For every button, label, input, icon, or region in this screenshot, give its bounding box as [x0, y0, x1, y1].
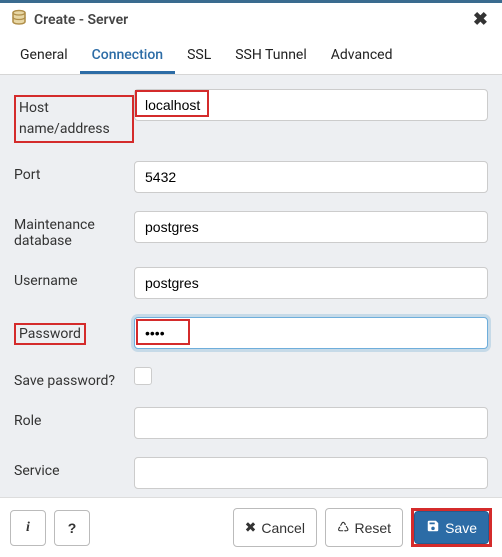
tab-connection[interactable]: Connection: [80, 37, 175, 74]
label-password: Password: [14, 317, 134, 345]
form-area: Host name/address Port Maintenance datab…: [0, 75, 502, 497]
label-port: Port: [14, 161, 134, 183]
tab-ssh-tunnel[interactable]: SSH Tunnel: [223, 37, 319, 74]
tab-advanced[interactable]: Advanced: [319, 37, 405, 74]
tabs: General Connection SSL SSH Tunnel Advanc…: [0, 37, 502, 75]
cancel-button[interactable]: ✖ Cancel: [233, 508, 317, 547]
info-button[interactable]: i: [10, 510, 46, 546]
reset-button[interactable]: ♺ Reset: [325, 508, 403, 547]
info-icon: i: [26, 520, 30, 536]
label-host: Host name/address: [14, 89, 134, 143]
password-input[interactable]: [134, 317, 488, 349]
port-input[interactable]: [134, 161, 488, 193]
maintenance-db-input[interactable]: [134, 211, 488, 243]
label-service: Service: [14, 457, 134, 479]
close-icon[interactable]: ✖: [469, 9, 492, 31]
close-icon: ✖: [245, 519, 257, 536]
host-input[interactable]: [134, 89, 488, 121]
role-input[interactable]: [134, 407, 488, 439]
save-icon: [426, 519, 440, 536]
database-icon: [10, 9, 28, 31]
titlebar: Create - Server ✖: [0, 3, 502, 37]
save-password-checkbox[interactable]: [134, 367, 152, 385]
create-server-dialog: Create - Server ✖ General Connection SSL…: [0, 0, 502, 557]
username-input[interactable]: [134, 267, 488, 299]
label-maintenance-db: Maintenance database: [14, 211, 134, 249]
service-input[interactable]: [134, 457, 488, 489]
label-role: Role: [14, 407, 134, 429]
label-username: Username: [14, 267, 134, 289]
save-button[interactable]: Save: [414, 511, 489, 544]
tab-ssl[interactable]: SSL: [175, 37, 223, 74]
help-icon: ?: [68, 520, 77, 536]
tab-general[interactable]: General: [8, 37, 80, 74]
recycle-icon: ♺: [337, 519, 350, 536]
dialog-title: Create - Server: [34, 12, 128, 28]
footer: i ? ✖ Cancel ♺ Reset Save: [0, 497, 502, 557]
help-button[interactable]: ?: [54, 510, 90, 546]
label-save-password: Save password?: [14, 367, 134, 389]
